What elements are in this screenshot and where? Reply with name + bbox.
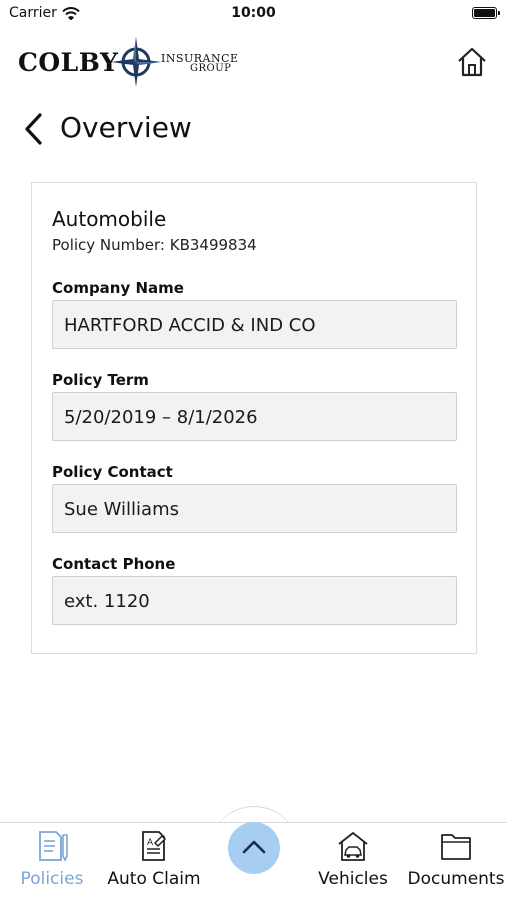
nav-label-vehicles: Vehicles: [318, 869, 388, 889]
clock: 10:00: [231, 5, 276, 21]
nav-item-documents[interactable]: Documents: [401, 823, 507, 901]
logo-wordmark: COLBY: [18, 48, 119, 77]
nav-label-documents: Documents: [407, 869, 505, 889]
chevron-left-icon: [25, 113, 42, 145]
policy-number-row: Policy Number: KB3499834: [52, 236, 257, 254]
colby-logo: COLBY INSURANCE GROUP: [18, 36, 258, 88]
company-name-value: HARTFORD ACCID & IND CO: [64, 315, 316, 336]
policy-term-label: Policy Term: [52, 371, 149, 389]
home-icon: [458, 47, 486, 77]
policy-contact-field[interactable]: Sue Williams: [52, 484, 457, 533]
contact-phone-label: Contact Phone: [52, 555, 176, 573]
back-button[interactable]: [22, 112, 46, 146]
policy-type: Automobile: [52, 207, 167, 231]
policy-term-field[interactable]: 5/20/2019 – 8/1/2026: [52, 392, 457, 441]
policy-contact-label: Policy Contact: [52, 463, 173, 481]
compass-icon: [110, 36, 162, 92]
nav-item-auto-claim[interactable]: A Auto Claim: [99, 823, 209, 901]
home-button[interactable]: [456, 46, 488, 78]
battery-icon: [472, 7, 500, 19]
nav-label-auto-claim: Auto Claim: [107, 869, 201, 889]
contact-phone-value: ext. 1120: [64, 591, 150, 612]
status-bar: Carrier 10:00: [0, 0, 507, 28]
policy-term-value: 5/20/2019 – 8/1/2026: [64, 407, 258, 428]
policies-icon: [39, 831, 68, 862]
logo-group: GROUP: [190, 63, 232, 74]
expand-menu-button[interactable]: [228, 822, 280, 874]
policy-number-value: KB3499834: [169, 236, 257, 254]
policy-contact-value: Sue Williams: [64, 499, 179, 520]
policy-number-label: Policy Number:: [52, 236, 165, 254]
company-name-label: Company Name: [52, 279, 184, 297]
nav-label-policies: Policies: [20, 869, 84, 889]
contact-phone-field[interactable]: ext. 1120: [52, 576, 457, 625]
svg-text:A: A: [147, 838, 154, 848]
nav-item-policies[interactable]: Policies: [0, 823, 107, 901]
auto-claim-icon: A: [142, 831, 167, 861]
nav-item-vehicles[interactable]: Vehicles: [298, 823, 408, 901]
vehicles-icon: [338, 832, 368, 861]
documents-icon: [441, 834, 471, 860]
chevron-up-icon: [242, 840, 266, 854]
company-name-field[interactable]: HARTFORD ACCID & IND CO: [52, 300, 457, 349]
page-title: Overview: [60, 111, 192, 144]
policy-card: Automobile Policy Number: KB3499834 Comp…: [31, 182, 477, 654]
